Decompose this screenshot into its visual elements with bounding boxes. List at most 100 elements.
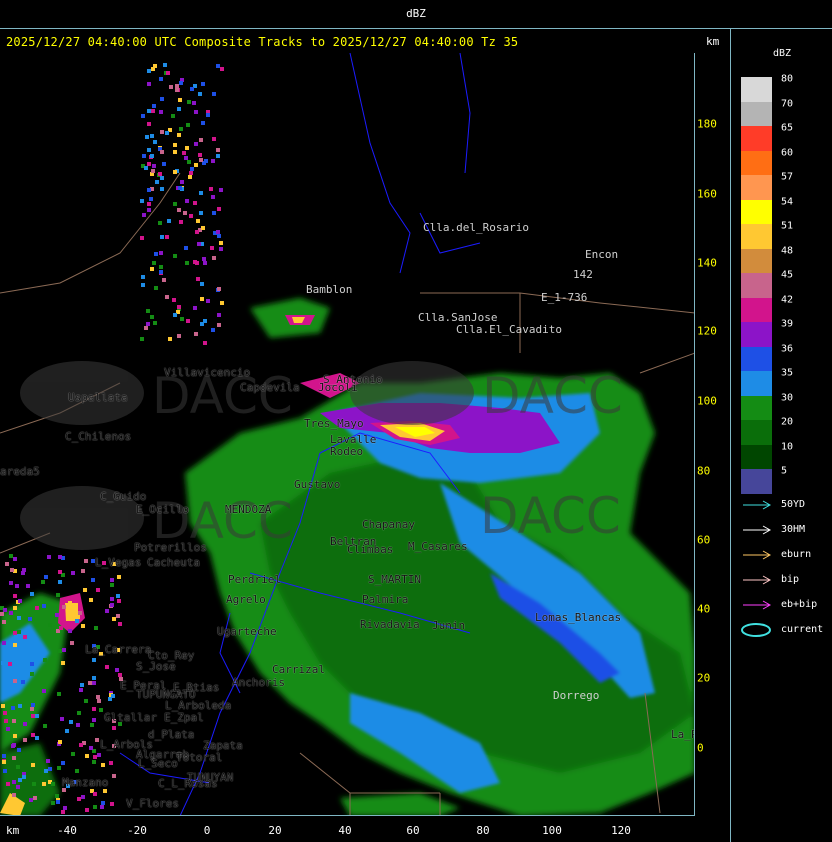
radar-pixel: [158, 221, 162, 225]
radar-pixel: [200, 282, 204, 286]
radar-pixel: [151, 169, 155, 173]
radar-pixel: [22, 775, 26, 779]
radar-pixel: [70, 641, 74, 645]
legend-level-label: 30: [781, 392, 794, 403]
radar-pixel: [76, 723, 80, 727]
radar-pixel: [199, 138, 203, 142]
radar-pixel: [44, 769, 48, 773]
radar-pixel: [204, 159, 208, 163]
radar-pixel: [3, 608, 7, 612]
radar-pixel: [217, 234, 221, 238]
radar-pixel: [23, 738, 27, 742]
legend-swatch: [741, 224, 772, 249]
place-label: Anchoris: [232, 676, 285, 689]
radar-pixel: [154, 252, 158, 256]
radar-pixel: [167, 219, 171, 223]
radar-pixel: [30, 707, 34, 711]
radar-pixel: [43, 724, 47, 728]
radar-pixel: [190, 167, 194, 171]
legend-swatch: [741, 126, 772, 151]
radar-pixel: [69, 720, 73, 724]
radar-pixel: [42, 782, 46, 786]
radar-pixel: [158, 172, 162, 176]
radar-pixel: [186, 123, 190, 127]
radar-pixel: [179, 127, 183, 131]
radar-pixel: [99, 708, 103, 712]
y-tick-label: 0: [697, 741, 704, 755]
radar-pixel: [193, 201, 197, 205]
radar-pixel: [203, 261, 207, 265]
place-label: 142: [573, 268, 593, 281]
radar-pixel: [175, 88, 179, 92]
radar-pixel: [58, 649, 62, 653]
radar-pixel: [202, 257, 206, 261]
radar-pixel: [29, 798, 33, 802]
radar-pixel: [58, 570, 62, 574]
place-label: MENDOZA: [225, 503, 272, 516]
radar-pixel: [61, 661, 65, 665]
radar-pixel: [142, 213, 146, 217]
radar-pixel: [93, 805, 97, 809]
radar-pixel: [216, 64, 220, 68]
legend-swatch: [741, 444, 772, 470]
radar-pixel: [8, 662, 12, 666]
radar-pixel: [140, 337, 144, 341]
radar-pixel: [173, 143, 177, 147]
track-legend-label: 30HM: [781, 524, 806, 535]
radar-pixel: [90, 723, 94, 727]
radar-pixel: [159, 270, 163, 274]
radar-pixel: [173, 170, 177, 174]
radar-pixel: [57, 766, 61, 770]
radar-pixel: [193, 260, 197, 264]
y-tick-label: 20: [697, 671, 711, 685]
radar-pixel: [206, 113, 210, 117]
radar-pixel: [194, 142, 198, 146]
radar-pixel: [159, 265, 163, 269]
x-tick-label: 120: [611, 824, 631, 837]
radar-pixel: [31, 763, 35, 767]
legend-level-label: 51: [781, 220, 794, 232]
radar-pixel: [6, 782, 10, 786]
radar-pixel: [152, 104, 156, 108]
track-arrow-icon: [743, 550, 772, 560]
radar-pixel: [160, 150, 164, 154]
track-legend-label: 50YD: [781, 499, 806, 510]
radar-pixel: [219, 241, 223, 245]
place-label: S_Jose: [136, 660, 176, 673]
radar-pixel: [43, 658, 47, 662]
radar-pixel: [30, 662, 34, 666]
radar-pixel: [97, 699, 101, 703]
radar-pixel: [159, 251, 163, 255]
radar-pixel: [175, 84, 179, 88]
radar-pixel: [88, 681, 92, 685]
radar-pixel: [10, 568, 14, 572]
radar-pixel: [77, 797, 81, 801]
radar-pixel: [110, 597, 114, 601]
x-tick-label: 40: [338, 824, 352, 837]
legend-level-label: 10: [781, 441, 794, 452]
place-label: Ugarteche: [217, 625, 277, 638]
radar-pixel: [92, 681, 96, 685]
radar-pixel: [110, 578, 114, 582]
radar-pixel: [147, 162, 151, 166]
radar-pixel: [80, 683, 84, 687]
radar-map[interactable]: DACC DACC DACC DACC Clla.del_Rosario Enco…: [0, 53, 695, 816]
radar-pixel: [210, 246, 214, 250]
radar-pixel: [201, 121, 205, 125]
radar-pixel: [173, 254, 177, 258]
radar-pixel: [62, 648, 66, 652]
radar-pixel: [48, 623, 52, 627]
radar-pixel: [188, 175, 192, 179]
radar-pixel: [173, 313, 177, 317]
legend-level-label: 70: [781, 98, 794, 109]
radar-pixel: [105, 665, 109, 669]
place-label: C_Chilenos: [65, 430, 132, 443]
radar-pixel: [44, 575, 48, 579]
radar-pixel: [31, 703, 35, 707]
radar-pixel: [89, 746, 93, 750]
radar-pixel: [177, 334, 181, 338]
radar-pixel: [32, 782, 36, 786]
radar-pixel: [112, 617, 116, 621]
radar-pixel: [199, 211, 203, 215]
place-label: C_Guido: [100, 490, 147, 503]
